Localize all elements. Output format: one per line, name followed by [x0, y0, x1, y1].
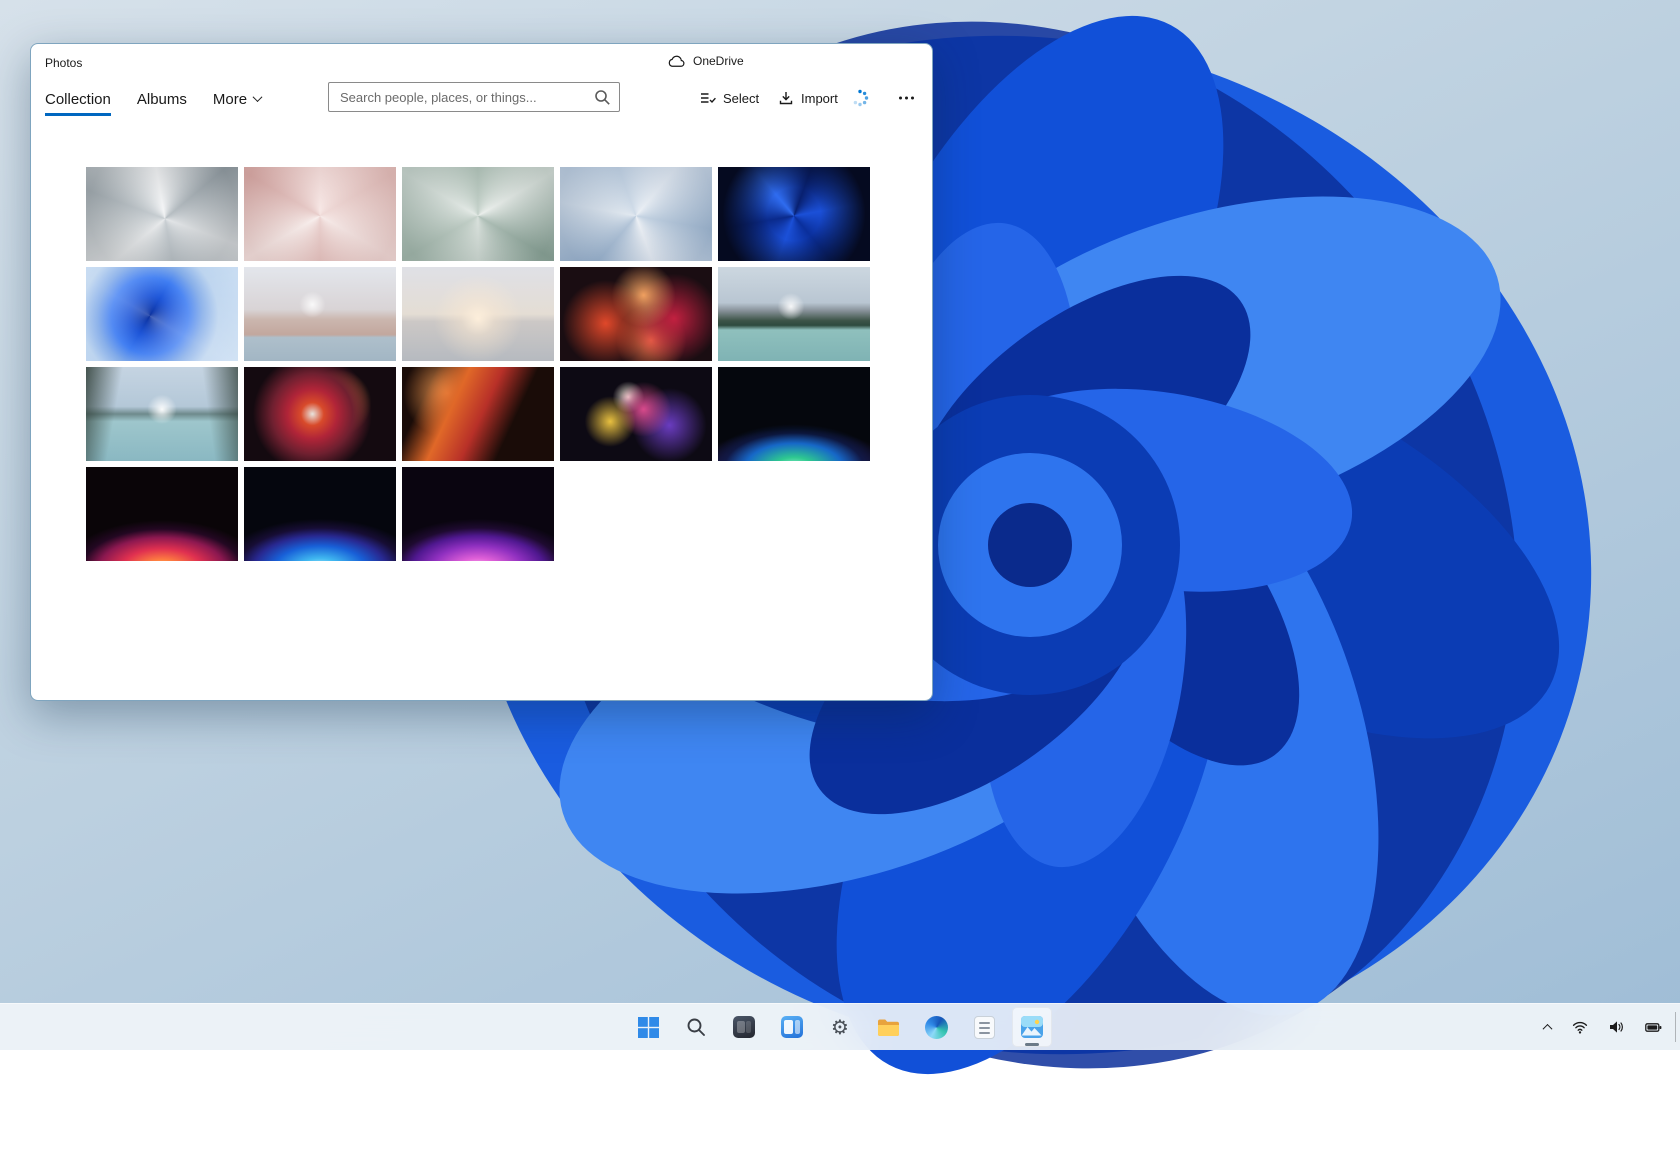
import-icon [778, 90, 794, 106]
photo-thumbnail-mountain-lake[interactable] [718, 267, 870, 361]
photo-thumbnail-abstract-coral-swirl[interactable] [560, 267, 712, 361]
task-view-button[interactable] [724, 1007, 764, 1047]
photo-thumbnail-glow-crescent-purple[interactable] [402, 467, 554, 561]
network-status[interactable] [1568, 1016, 1592, 1038]
tab-more[interactable]: More [213, 91, 261, 116]
photo-thumbnail-bloom-pink[interactable] [244, 167, 396, 261]
photo-thumbnail-lake-morning[interactable] [86, 367, 238, 461]
show-desktop-button[interactable] [1675, 1012, 1680, 1042]
chevron-down-icon [253, 92, 263, 102]
see-more-button[interactable] [897, 91, 916, 106]
folder-icon [877, 1018, 900, 1037]
widgets-button[interactable] [772, 1007, 812, 1047]
onedrive-status[interactable]: OneDrive [667, 54, 744, 68]
battery-icon [1645, 1021, 1662, 1034]
taskbar: ⚙ [0, 1003, 1680, 1050]
photo-thumbnail-bloom-royal-blue[interactable] [718, 167, 870, 261]
photo-thumbnail-lake-sunrise[interactable] [402, 267, 554, 361]
photo-thumbnail-abstract-dark-shapes[interactable] [560, 367, 712, 461]
photo-thumbnail-glow-crescent-orange[interactable] [86, 467, 238, 561]
windows-logo-icon [638, 1017, 659, 1038]
see-more-icon [899, 97, 902, 100]
photo-thumbnail-desert-dunes[interactable] [244, 267, 396, 361]
photos-app-icon [1021, 1016, 1043, 1038]
select-button[interactable]: Select [699, 90, 759, 106]
search-icon[interactable] [594, 89, 611, 106]
edge-button[interactable] [916, 1007, 956, 1047]
select-icon [699, 90, 716, 106]
photo-thumbnail-abstract-red-spiral[interactable] [244, 367, 396, 461]
desktop: Photos OneDrive Collection Albums More [0, 0, 1680, 1050]
import-button[interactable]: Import [778, 90, 838, 106]
toolbar: Collection Albums More [31, 80, 932, 116]
search-icon [686, 1017, 706, 1037]
photo-thumbnail-bloom-silver[interactable] [86, 167, 238, 261]
tab-collection[interactable]: Collection [45, 91, 111, 116]
chevron-up-icon [1543, 1023, 1553, 1033]
photo-thumbnail-bloom-ice-blue[interactable] [560, 167, 712, 261]
cloud-icon [667, 54, 686, 68]
taskbar-center: ⚙ [628, 1007, 1052, 1047]
task-view-icon [733, 1016, 755, 1038]
wifi-icon [1572, 1020, 1588, 1034]
photo-thumbnail-abstract-orange-ribbons[interactable] [402, 367, 554, 461]
battery-status[interactable] [1641, 1017, 1666, 1038]
photos-app-button[interactable] [1012, 1007, 1052, 1047]
settings-button[interactable]: ⚙ [820, 1007, 860, 1047]
start-button[interactable] [628, 1007, 668, 1047]
loading-spinner-icon [851, 89, 869, 107]
titlebar[interactable]: Photos OneDrive [31, 44, 932, 80]
onedrive-label: OneDrive [693, 54, 744, 68]
tab-strip: Collection Albums More [45, 91, 261, 116]
photos-app-window: Photos OneDrive Collection Albums More [30, 43, 933, 701]
photo-thumbnail-bloom-blue-sky[interactable] [86, 267, 238, 361]
import-label: Import [801, 91, 838, 106]
speaker-icon [1609, 1020, 1624, 1034]
photo-thumbnail-bloom-sage[interactable] [402, 167, 554, 261]
volume-control[interactable] [1605, 1016, 1628, 1038]
photo-grid [86, 167, 870, 561]
photo-thumbnail-glow-crescent-green[interactable] [718, 367, 870, 461]
system-tray [1540, 1004, 1666, 1050]
app-title: Photos [45, 56, 82, 70]
notepad-button[interactable] [964, 1007, 1004, 1047]
search-input[interactable] [329, 83, 619, 111]
widgets-icon [781, 1016, 803, 1038]
gear-icon: ⚙ [831, 1017, 849, 1037]
file-explorer-button[interactable] [868, 1007, 908, 1047]
select-label: Select [723, 91, 759, 106]
tab-albums[interactable]: Albums [137, 91, 187, 116]
edge-icon [925, 1016, 948, 1039]
search-box [328, 82, 620, 112]
active-app-indicator [1025, 1043, 1039, 1046]
document-icon [974, 1016, 995, 1039]
taskbar-search-button[interactable] [676, 1007, 716, 1047]
tray-chevron-up-button[interactable] [1540, 1020, 1555, 1035]
photo-thumbnail-glow-crescent-blue[interactable] [244, 467, 396, 561]
